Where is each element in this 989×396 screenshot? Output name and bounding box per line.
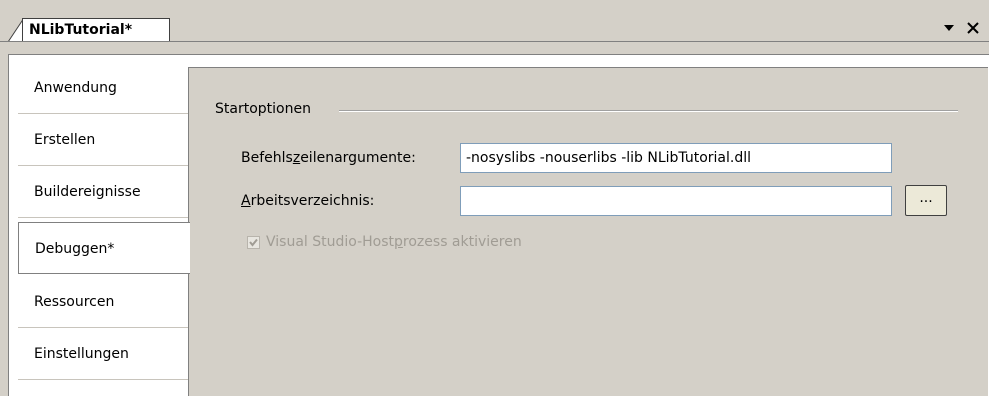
hostprocess-option: Visual Studio-Hostprozess aktivieren [247, 234, 522, 250]
browse-button[interactable]: ... [905, 185, 947, 216]
sidebar-item-debuggen[interactable]: Debuggen* [18, 222, 190, 274]
tabstrip-controls [941, 20, 981, 36]
chevron-down-icon[interactable] [941, 20, 957, 36]
sidebar-item-einstellungen[interactable]: Einstellungen [18, 328, 188, 380]
command-args-label: Befehlszeilenargumente: [241, 150, 416, 166]
checkmark-icon [249, 238, 258, 247]
sidebar-item-label: Anwendung [34, 80, 117, 96]
hostprocess-checkbox[interactable] [247, 235, 260, 249]
sidebar-item-label: Erstellen [34, 132, 96, 148]
sidebar-item-label: Einstellungen [34, 346, 129, 362]
hostprocess-label: Visual Studio-Hostprozess aktivieren [266, 234, 522, 250]
sidebar-item-label: Debuggen* [35, 241, 115, 257]
working-dir-field[interactable] [460, 186, 892, 216]
working-dir-label: Arbeitsverzeichnis: [241, 193, 375, 209]
sidebar-item-erstellen[interactable]: Erstellen [18, 114, 188, 166]
tab-nlibtutorial[interactable]: NLibTutorial* [22, 18, 170, 42]
sidebar-item-anwendung[interactable]: Anwendung [18, 62, 188, 114]
sidebar-item-ressourcen[interactable]: Ressourcen [18, 276, 188, 328]
sidebar-item-label: Buildereignisse [34, 184, 141, 200]
tabstrip-divider [0, 41, 989, 42]
sidebar-item-label: Ressourcen [34, 294, 115, 310]
sidebar-item-buildereignisse[interactable]: Buildereignisse [18, 166, 188, 218]
group-title-startoptionen: Startoptionen [215, 101, 319, 117]
group-divider [339, 110, 958, 112]
document-tabstrip: NLibTutorial* [0, 0, 989, 42]
command-args-field[interactable]: -nosyslibs -nouserlibs -lib NLibTutorial… [460, 143, 892, 173]
debug-settings-panel: Startoptionen Befehlszeilenargumente: -n… [188, 67, 988, 396]
tab-title: NLibTutorial* [29, 22, 133, 38]
close-icon[interactable] [965, 20, 981, 36]
